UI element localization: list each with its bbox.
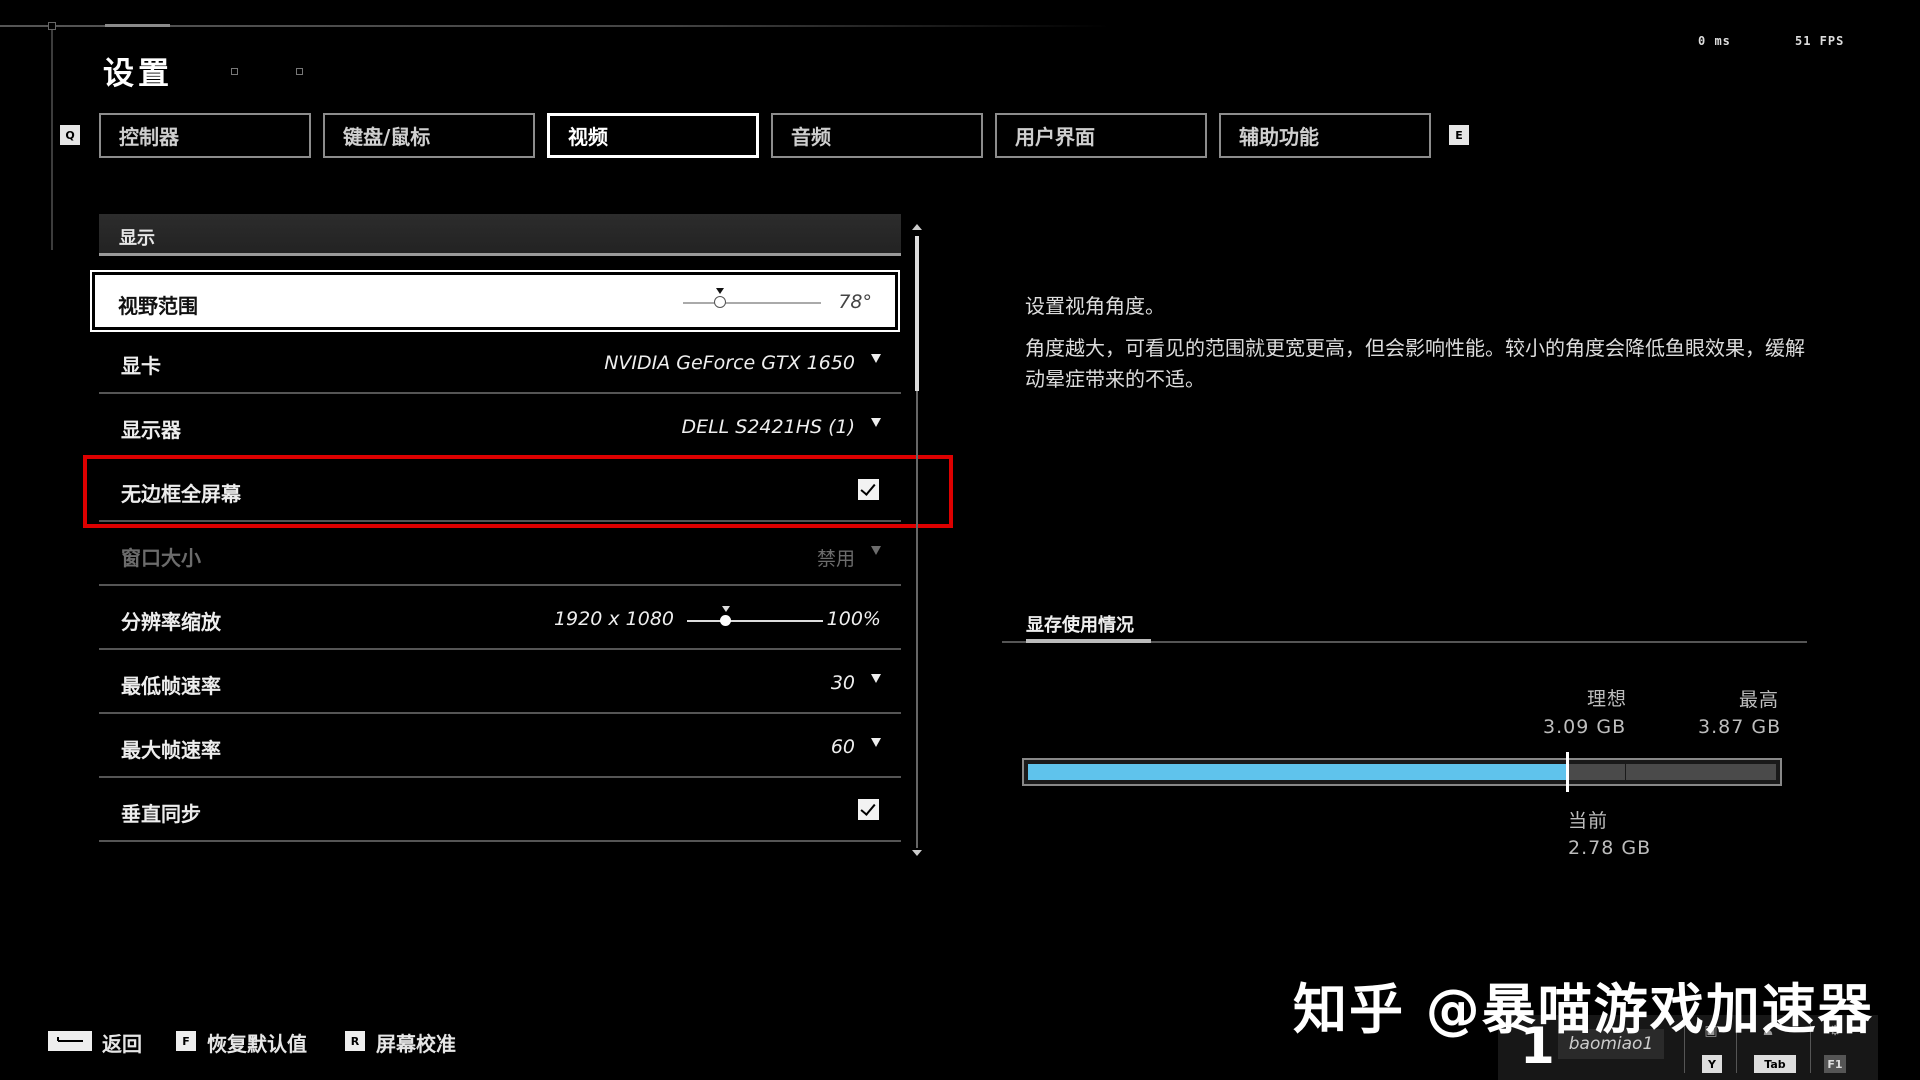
latency-readout: 0 ms — [1698, 34, 1731, 48]
vram-max-value: 3.87 GB — [1698, 716, 1782, 738]
setting-label: 最低帧速率 — [121, 674, 221, 698]
title-dot-icon — [296, 68, 303, 75]
section-header-display: 显示 — [99, 214, 901, 256]
calibrate-key[interactable]: R — [345, 1031, 365, 1051]
help-key[interactable]: F1 — [1824, 1055, 1846, 1073]
back-arrow-icon — [57, 1037, 83, 1042]
dropdown-caret-icon — [871, 738, 881, 747]
vram-usage-bar — [1022, 752, 1782, 792]
setting-row-vsync[interactable]: 垂直同步 — [99, 778, 901, 842]
slider-thumb[interactable] — [720, 615, 731, 626]
vram-current-label: 当前 — [1568, 810, 1609, 832]
setting-label: 显卡 — [121, 354, 161, 378]
tab-audio[interactable]: 音频 — [771, 113, 983, 158]
setting-value: DELL S2421HS (1) — [681, 416, 855, 438]
watermark-text: 知乎 @暴喵游戏加速器 — [1293, 978, 1874, 1041]
scrollbar-thumb[interactable] — [915, 236, 919, 391]
settings-screen: 设置 0 ms 51 FPS Q 控制器 键盘/鼠标 视频 音频 用户界面 辅助… — [0, 0, 1920, 1080]
screen-calibration-button[interactable]: 屏幕校准 — [376, 1028, 456, 1057]
page-title: 设置 — [103, 56, 173, 92]
setting-row-monitor[interactable]: 显示器 DELL S2421HS (1) — [99, 394, 901, 458]
vram-divider-accent — [1026, 639, 1151, 643]
setting-label: 最大帧速率 — [121, 738, 221, 762]
vram-ideal-value: 3.09 GB — [1543, 716, 1627, 738]
slider-thumb[interactable] — [714, 296, 726, 308]
next-tab-key[interactable]: E — [1449, 125, 1469, 145]
vram-title: 显存使用情况 — [1026, 615, 1134, 636]
setting-label: 显示器 — [121, 418, 181, 442]
title-dot-icon — [231, 68, 238, 75]
dropdown-caret-icon — [871, 546, 881, 555]
setting-row-gpu[interactable]: 显卡 NVIDIA GeForce GTX 1650 — [99, 330, 901, 394]
fov-slider[interactable] — [683, 288, 821, 308]
vram-current-fill — [1028, 764, 1567, 780]
tab-controller[interactable]: 控制器 — [99, 113, 311, 158]
tab-video[interactable]: 视频 — [547, 113, 759, 158]
frame-left-line — [51, 25, 53, 250]
setting-label: 窗口大小 — [121, 546, 201, 570]
setting-value: NVIDIA GeForce GTX 1650 — [604, 352, 855, 374]
setting-row-resolution-scale[interactable]: 分辨率缩放 1920 x 1080 100% — [99, 586, 901, 650]
setting-row-fov[interactable]: 视野范围 78° — [90, 270, 900, 332]
description-body: 角度越大，可看见的范围就更宽更高，但会影响性能。较小的角度会降低鱼眼效果，缓解动… — [1025, 336, 1805, 391]
vsync-checkbox[interactable] — [858, 799, 879, 820]
vram-current-marker — [1566, 752, 1569, 792]
friends-key[interactable]: Tab — [1754, 1055, 1796, 1073]
annotation-highlight-box — [83, 455, 953, 528]
reset-key[interactable]: F — [176, 1031, 196, 1051]
tab-keyboard-mouse[interactable]: 键盘/鼠标 — [323, 113, 535, 158]
resolution-scale-slider[interactable] — [687, 606, 823, 626]
scroll-up-arrow-icon[interactable] — [912, 224, 922, 230]
social-key[interactable]: Y — [1702, 1055, 1722, 1073]
frame-top-accent — [105, 24, 170, 27]
setting-label: 分辨率缩放 — [121, 610, 221, 634]
setting-value: 60 — [830, 736, 855, 758]
setting-value: 100% — [826, 608, 881, 630]
vram-max-segment — [1626, 764, 1776, 780]
setting-label: 垂直同步 — [121, 802, 201, 826]
vram-ideal-segment — [1568, 764, 1625, 780]
setting-value: 78° — [838, 291, 872, 313]
slider-default-notch-icon — [722, 606, 730, 612]
setting-value: 禁用 — [816, 548, 855, 570]
setting-row-window-size: 窗口大小 禁用 — [99, 522, 901, 586]
fps-readout: 51 FPS — [1795, 34, 1845, 48]
back-key[interactable] — [48, 1031, 92, 1051]
setting-row-min-fps[interactable]: 最低帧速率 30 — [99, 650, 901, 714]
dropdown-caret-icon — [871, 418, 881, 427]
vram-current-value: 2.78 GB — [1568, 837, 1652, 859]
setting-label: 视野范围 — [118, 294, 198, 318]
vram-ideal-label: 理想 — [1587, 688, 1628, 710]
resolution-readout: 1920 x 1080 — [553, 608, 674, 630]
scroll-down-arrow-icon[interactable] — [912, 850, 922, 856]
tab-accessibility[interactable]: 辅助功能 — [1219, 113, 1431, 158]
setting-value: 30 — [830, 672, 855, 694]
back-button[interactable]: 返回 — [102, 1028, 142, 1057]
vram-max-label: 最高 — [1739, 689, 1780, 711]
reset-defaults-button[interactable]: 恢复默认值 — [207, 1028, 307, 1057]
slider-default-notch-icon — [716, 288, 724, 294]
prev-tab-key[interactable]: Q — [60, 125, 80, 145]
setting-row-max-fps[interactable]: 最大帧速率 60 — [99, 714, 901, 778]
dropdown-caret-icon — [871, 674, 881, 683]
frame-corner-node — [48, 22, 56, 30]
section-title: 显示 — [119, 228, 155, 249]
tab-ui[interactable]: 用户界面 — [995, 113, 1207, 158]
description-title: 设置视角角度。 — [1025, 294, 1165, 318]
dropdown-caret-icon — [871, 354, 881, 363]
